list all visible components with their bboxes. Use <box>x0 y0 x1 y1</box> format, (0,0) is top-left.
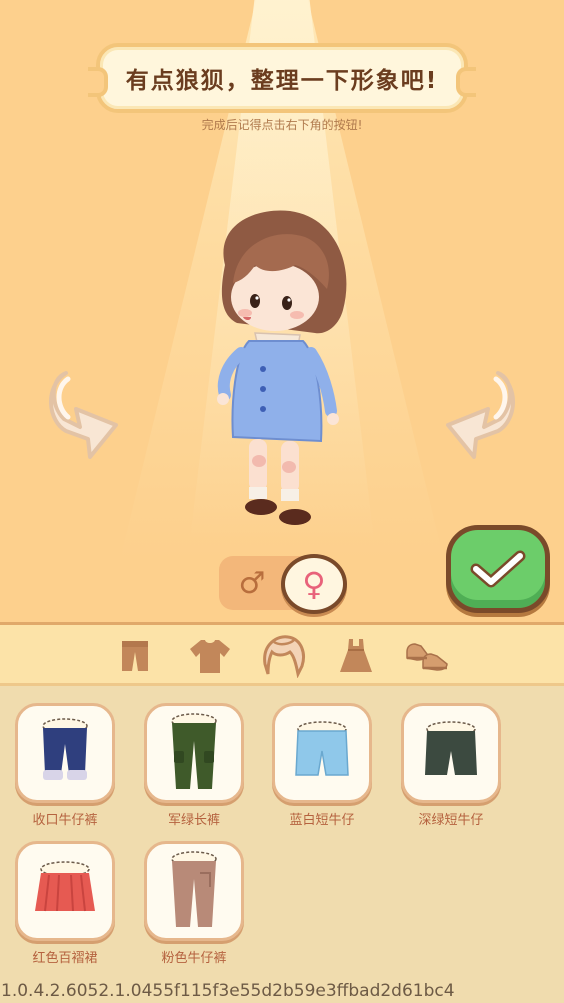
rotate-left-icon <box>49 371 118 459</box>
clothing-grid: 收口牛仔裤 军绿长裤 蓝白短牛仔 深绿短牛仔 红色百褶裙 粉色牛仔裤 <box>0 686 564 976</box>
tab-shirt[interactable] <box>186 633 234 679</box>
dressing-stage: 有点狼狈，整理一下形象吧! 完成后记得点击右下角的按钮! ♂ ♀ <box>0 0 564 622</box>
item-label: 粉色牛仔裤 <box>161 951 227 966</box>
dark-green-denim-shorts-icon <box>425 721 477 775</box>
item-card[interactable] <box>15 841 115 941</box>
pants-icon <box>122 641 148 671</box>
clothing-item[interactable]: 蓝白短牛仔 <box>272 703 372 828</box>
clothing-item[interactable]: 收口牛仔裤 <box>15 703 115 828</box>
gender-toggle[interactable]: ♂ ♀ <box>219 554 347 614</box>
army-green-pants-icon <box>171 713 217 789</box>
blue-white-denim-shorts-icon <box>295 721 349 776</box>
clothing-item[interactable]: 军绿长裤 <box>144 703 244 828</box>
item-label: 军绿长裤 <box>167 813 220 828</box>
hair-icon <box>263 635 305 678</box>
pink-jeans-icon <box>171 851 217 927</box>
rotate-left-button[interactable] <box>46 365 128 461</box>
item-card[interactable] <box>144 703 244 803</box>
item-label: 蓝白短牛仔 <box>289 813 355 828</box>
rotate-right-button[interactable] <box>436 365 518 461</box>
item-label: 红色百褶裙 <box>32 951 98 966</box>
title-banner: 有点狼狈，整理一下形象吧! <box>88 43 476 113</box>
tab-shoes[interactable] <box>403 633 451 679</box>
dress-icon <box>340 639 372 672</box>
item-card[interactable] <box>144 841 244 941</box>
item-card[interactable] <box>272 703 372 803</box>
shoes-icon <box>406 643 448 671</box>
page-subtitle: 完成后记得点击右下角的按钮! <box>201 118 363 132</box>
clothing-item[interactable]: 粉色牛仔裤 <box>144 841 244 966</box>
shirt-icon <box>190 640 230 673</box>
tab-dress[interactable] <box>332 633 380 679</box>
red-pleated-skirt-icon <box>35 861 95 912</box>
rotate-right-icon <box>446 371 515 459</box>
character-avatar <box>205 205 355 535</box>
item-label: 深绿短牛仔 <box>418 813 484 828</box>
checkmark-icon <box>470 550 526 588</box>
clothing-item[interactable]: 红色百褶裙 <box>15 841 115 966</box>
item-card[interactable] <box>401 703 501 803</box>
tab-pants[interactable] <box>111 633 159 679</box>
clothing-item[interactable]: 深绿短牛仔 <box>401 703 501 828</box>
page-title: 有点狼狈，整理一下形象吧! <box>125 68 439 94</box>
cuffed-jeans-icon <box>42 718 88 780</box>
male-option[interactable]: ♂ <box>229 562 275 604</box>
item-label: 收口牛仔裤 <box>32 813 98 828</box>
version-string: 1.0.4.2.6052.1.0455f115f3e55d2b59e3ffbad… <box>1 981 455 1001</box>
female-option[interactable]: ♀ <box>281 554 347 614</box>
confirm-button[interactable] <box>446 525 550 613</box>
category-tabbar <box>0 622 564 686</box>
item-card[interactable] <box>15 703 115 803</box>
tab-hair[interactable] <box>259 633 307 679</box>
